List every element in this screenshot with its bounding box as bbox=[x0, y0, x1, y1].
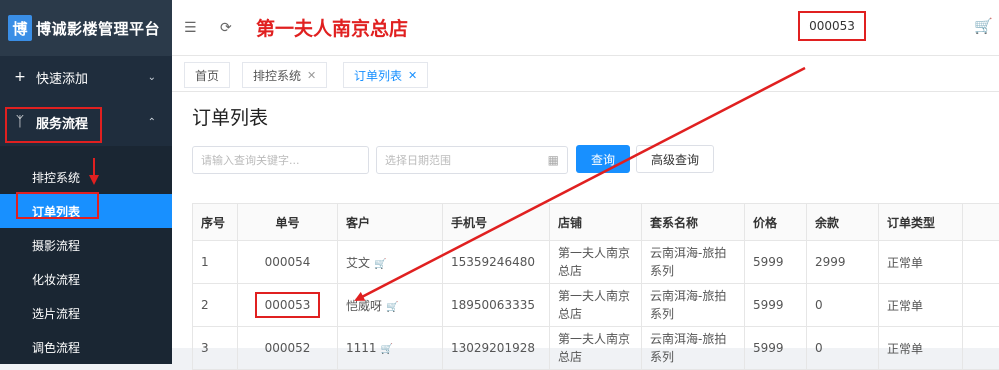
customer-name: 艾文 bbox=[346, 256, 370, 270]
tab-scheduling[interactable]: 排控系统 ✕ bbox=[242, 62, 327, 88]
date-placeholder: 选择日期范围 bbox=[385, 152, 451, 168]
chevron-up-icon: ⌃ bbox=[148, 117, 156, 128]
close-icon[interactable]: ✕ bbox=[408, 69, 417, 82]
sidebar-item-scheduling[interactable]: 排控系统 bbox=[0, 160, 172, 194]
menu-quick-add[interactable]: + 快速添加 ⌄ bbox=[0, 56, 172, 98]
customer-name: 1111 bbox=[346, 341, 377, 355]
refresh-icon[interactable]: ⟳ bbox=[220, 20, 232, 36]
col-header: 套系名称 bbox=[642, 204, 745, 241]
tab-label: 排控系统 bbox=[253, 67, 301, 84]
cell-phone: 13029201928 bbox=[443, 327, 550, 370]
keyword-search-input[interactable]: 请输入查询关键字... bbox=[192, 146, 369, 174]
cell-balance: 0 bbox=[807, 284, 879, 327]
cell-store: 第一夫人南京总店 bbox=[550, 284, 642, 327]
cell-index: 1 bbox=[193, 241, 238, 284]
orders-table: 序号 单号 客户 手机号 店铺 套系名称 价格 余款 订单类型 1 000054… bbox=[192, 203, 999, 370]
cell-price: 5999 bbox=[745, 241, 807, 284]
brand-mark: 博 bbox=[8, 15, 32, 41]
table-row[interactable]: 1 000054 艾文 🛒 15359246480 第一夫人南京总店 云南洱海-旅… bbox=[193, 241, 999, 284]
cell-price: 5999 bbox=[745, 284, 807, 327]
cell-extra bbox=[963, 241, 999, 284]
advanced-search-button[interactable]: 高级查询 bbox=[636, 145, 714, 173]
col-header: 订单类型 bbox=[879, 204, 963, 241]
header-order-number: 000053 bbox=[798, 11, 866, 41]
col-header bbox=[963, 204, 999, 241]
tab-bar: 首页 排控系统 ✕ 订单列表 ✕ bbox=[172, 56, 999, 92]
sidebar-item-label: 排控系统 bbox=[32, 169, 80, 186]
store-title: 第一夫人南京总店 bbox=[256, 14, 408, 41]
col-header: 余款 bbox=[807, 204, 879, 241]
cell-extra bbox=[963, 327, 999, 370]
keyword-placeholder: 请输入查询关键字... bbox=[201, 152, 300, 168]
tab-label: 首页 bbox=[195, 67, 219, 84]
cell-order-no[interactable]: 000053 bbox=[238, 284, 338, 327]
sidebar: 博 博诚影楼管理平台 + 快速添加 ⌄ ᛉ 服务流程 ⌃ 排控系统 订单列表 摄… bbox=[0, 0, 172, 348]
sidebar-item-color-grading[interactable]: 调色流程 bbox=[0, 330, 172, 364]
cell-balance: 0 bbox=[807, 327, 879, 370]
date-range-input[interactable]: 选择日期范围 ▦ bbox=[376, 146, 568, 174]
calendar-icon: ▦ bbox=[548, 153, 559, 167]
search-button[interactable]: 查询 bbox=[576, 145, 630, 173]
sidebar-item-makeup[interactable]: 化妆流程 bbox=[0, 262, 172, 296]
cell-package: 云南洱海-旅拍系列 bbox=[642, 284, 745, 327]
sidebar-item-label: 选片流程 bbox=[32, 305, 80, 322]
cell-extra bbox=[963, 284, 999, 327]
cell-order-no[interactable]: 000052 bbox=[238, 327, 338, 370]
table-row[interactable]: 3 000052 1111 🛒 13029201928 第一夫人南京总店 云南洱海… bbox=[193, 327, 999, 370]
cell-customer: 艾文 🛒 bbox=[338, 241, 443, 284]
col-header: 手机号 bbox=[443, 204, 550, 241]
table-row[interactable]: 2 000053 恺威呀 🛒 18950063335 第一夫人南京总店 云南洱海-… bbox=[193, 284, 999, 327]
cell-type: 正常单 bbox=[879, 327, 963, 370]
sidebar-item-label: 调色流程 bbox=[32, 339, 80, 356]
plus-icon: + bbox=[12, 69, 28, 85]
cell-customer: 1111 🛒 bbox=[338, 327, 443, 370]
menu-fold-icon[interactable]: ☰ bbox=[184, 20, 197, 36]
service-flow-highlight bbox=[5, 107, 102, 143]
cell-phone: 15359246480 bbox=[443, 241, 550, 284]
sidebar-item-label: 化妆流程 bbox=[32, 271, 80, 288]
chevron-down-icon: ⌄ bbox=[148, 72, 156, 83]
cell-customer: 恺威呀 🛒 bbox=[338, 284, 443, 327]
customer-name: 恺威呀 bbox=[346, 299, 382, 313]
sidebar-item-label: 摄影流程 bbox=[32, 237, 80, 254]
brand-logo: 博 博诚影楼管理平台 bbox=[0, 0, 172, 56]
tab-order-list[interactable]: 订单列表 ✕ bbox=[343, 62, 428, 88]
cart-icon[interactable]: 🛒 bbox=[381, 344, 393, 355]
cell-store: 第一夫人南京总店 bbox=[550, 241, 642, 284]
cart-icon[interactable]: 🛒 bbox=[974, 17, 993, 35]
cell-price: 5999 bbox=[745, 327, 807, 370]
order-list-highlight bbox=[16, 192, 99, 219]
cell-package: 云南洱海-旅拍系列 bbox=[642, 327, 745, 370]
menu-quick-add-label: 快速添加 bbox=[36, 68, 88, 87]
order-no-highlight: 000053 bbox=[255, 292, 321, 318]
tab-label: 订单列表 bbox=[354, 67, 402, 84]
sidebar-item-selection[interactable]: 选片流程 bbox=[0, 296, 172, 330]
col-header: 店铺 bbox=[550, 204, 642, 241]
col-header: 客户 bbox=[338, 204, 443, 241]
cell-phone: 18950063335 bbox=[443, 284, 550, 327]
col-header: 单号 bbox=[238, 204, 338, 241]
close-icon[interactable]: ✕ bbox=[307, 69, 316, 82]
cell-store: 第一夫人南京总店 bbox=[550, 327, 642, 370]
main-content: 订单列表 请输入查询关键字... 选择日期范围 ▦ 查询 高级查询 序号 单号 客… bbox=[172, 92, 999, 348]
cell-index: 2 bbox=[193, 284, 238, 327]
cell-type: 正常单 bbox=[879, 241, 963, 284]
cart-icon[interactable]: 🛒 bbox=[374, 259, 386, 270]
cell-index: 3 bbox=[193, 327, 238, 370]
cell-package: 云南洱海-旅拍系列 bbox=[642, 241, 745, 284]
cell-balance: 2999 bbox=[807, 241, 879, 284]
cell-type: 正常单 bbox=[879, 284, 963, 327]
col-header: 序号 bbox=[193, 204, 238, 241]
table-header-row: 序号 单号 客户 手机号 店铺 套系名称 价格 余款 订单类型 bbox=[193, 204, 999, 241]
cell-order-no[interactable]: 000054 bbox=[238, 241, 338, 284]
cart-icon[interactable]: 🛒 bbox=[386, 302, 398, 313]
page-title: 订单列表 bbox=[192, 103, 268, 130]
top-header: ☰ ⟳ 第一夫人南京总店 000053 🛒 bbox=[172, 0, 999, 56]
tab-home[interactable]: 首页 bbox=[184, 62, 230, 88]
brand-name: 博诚影楼管理平台 bbox=[36, 18, 160, 39]
col-header: 价格 bbox=[745, 204, 807, 241]
sidebar-item-photography[interactable]: 摄影流程 bbox=[0, 228, 172, 262]
